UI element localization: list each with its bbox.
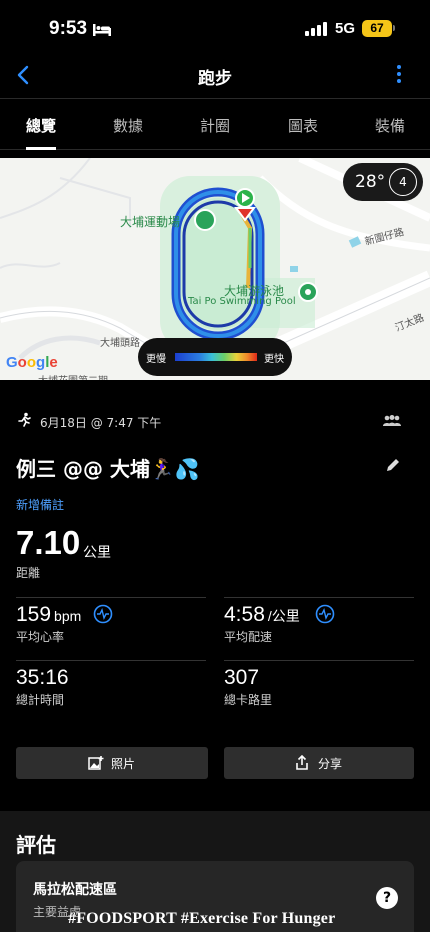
pace-fast-label: 更快 [264, 354, 284, 365]
tab-bar: 總覽 數據 計圈 圖表 裝備 [0, 98, 430, 150]
distance-unit: 公里 [83, 545, 111, 561]
cellular-signal-icon [305, 22, 327, 36]
active-tab-indicator [26, 147, 56, 150]
distance-label: 距離 [16, 566, 41, 580]
share-button-label: 分享 [318, 757, 343, 771]
edit-pencil-icon[interactable] [384, 456, 402, 474]
more-dot [397, 72, 401, 76]
map-label-stadium: 大埔運動場 [120, 215, 181, 229]
photos-button[interactable]: 照片 [16, 747, 208, 779]
battery-indicator: 67 [362, 20, 392, 37]
more-dot [397, 65, 401, 69]
avg-pace-label: 平均配速 [224, 630, 273, 644]
group-users-icon[interactable] [382, 414, 402, 428]
divider [16, 660, 206, 661]
status-time: 9:53 [49, 18, 88, 39]
pace-legend: 更慢 更快 [138, 338, 292, 376]
avg-pace-value: 4:58 [224, 603, 265, 626]
add-photo-icon [88, 756, 104, 770]
route-map[interactable]: 大埔運動場 大埔游泳池 Tai Po Swimming Pool 新圍仔路 汀太… [0, 158, 430, 380]
divider [224, 660, 414, 661]
photos-button-label: 照片 [111, 757, 136, 771]
sleep-focus-icon [93, 24, 111, 36]
tab-charts[interactable]: 圖表 [288, 115, 318, 136]
status-bar: 9:53 5G 67 [0, 0, 430, 56]
calories-label: 總卡路里 [224, 693, 273, 707]
pace-slow-label: 更慢 [146, 354, 166, 365]
tab-data[interactable]: 數據 [113, 115, 143, 136]
share-button[interactable]: 分享 [224, 747, 414, 779]
distance-value: 7.10 [16, 524, 81, 561]
wind-speed-dial: 4 [389, 168, 417, 196]
evaluation-title: 評估 [16, 833, 56, 857]
avg-hr-label: 平均心率 [16, 630, 65, 644]
more-dot [397, 79, 401, 83]
map-label-road-4: 大埔花園第二期 [38, 372, 108, 380]
network-type: 5G [335, 20, 356, 37]
avg-hr-unit: bpm [54, 608, 82, 624]
total-time-label: 總計時間 [16, 693, 65, 707]
share-icon [296, 755, 308, 770]
nav-bar: 跑步 [0, 56, 430, 98]
tab-gear[interactable]: 裝備 [375, 115, 405, 136]
running-icon [18, 412, 31, 427]
tab-laps[interactable]: 計圈 [200, 115, 230, 136]
map-label-pool-en: Tai Po Swimming Pool [188, 296, 296, 307]
avg-hr-value: 159 [16, 603, 52, 626]
add-note-link[interactable]: 新增備註 [16, 496, 64, 513]
avg-hr-stat: 159 bpm [16, 603, 81, 627]
pace-info-icon[interactable] [315, 604, 335, 624]
divider [224, 597, 414, 598]
page-title: 跑步 [198, 69, 232, 89]
activity-date: 6月18日 @ 7:47 下午 [40, 416, 162, 430]
activity-meta-row: 6月18日 @ 7:47 下午 [16, 412, 414, 432]
total-time-value: 35:16 [16, 666, 69, 689]
google-logo: Google [6, 354, 58, 371]
watermark: #FOODSPORT #Exercise For Hunger [68, 910, 336, 927]
divider [16, 597, 206, 598]
more-options-button[interactable] [392, 62, 406, 88]
battery-tip [393, 25, 395, 31]
tab-overview[interactable]: 總覽 [26, 115, 56, 136]
weather-badge[interactable]: 28° 4 [343, 163, 423, 201]
avg-pace-unit: /公里 [267, 608, 300, 624]
pace-color-scale [175, 353, 257, 361]
temperature: 28° [355, 172, 386, 192]
map-label-road-3: 大埔頭路 [100, 338, 140, 349]
calories-value: 307 [224, 666, 260, 689]
evaluation-card-title: 馬拉松配速區 [33, 882, 117, 898]
help-icon[interactable]: ? [376, 887, 398, 909]
heart-rate-info-icon[interactable] [93, 604, 113, 624]
activity-title: 例三 @@ 大埔🏃‍♀️💦 [16, 457, 200, 481]
avg-pace-stat: 4:58/公里 [224, 603, 300, 627]
